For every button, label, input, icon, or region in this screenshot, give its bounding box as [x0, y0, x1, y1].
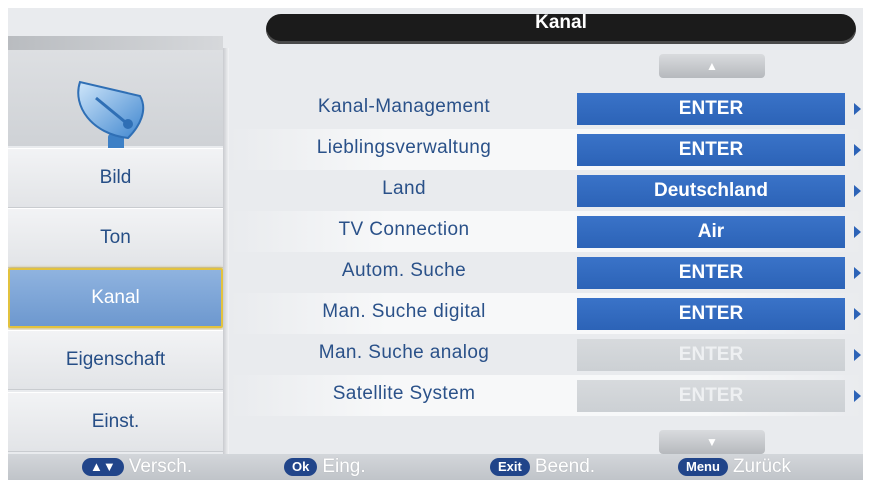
sidebar: Bild Ton Kanal Eigenschaft Einst.	[8, 8, 223, 454]
scroll-up-button[interactable]: ▲	[659, 54, 765, 78]
chevron-down-icon: ▼	[706, 435, 718, 449]
chevron-right-icon	[854, 267, 861, 279]
category-icon-area	[8, 36, 223, 163]
menu-row-value: ENTER	[577, 380, 845, 412]
menu-row-label: Man. Suche digital	[322, 301, 486, 322]
hint-text: Eing.	[322, 456, 366, 477]
menu-row-value[interactable]: ENTER	[577, 298, 845, 330]
menu-row-label: Man. Suche analog	[318, 342, 490, 363]
menu-row-label: Satellite System	[332, 383, 476, 404]
menu-row-value[interactable]: ENTER	[577, 134, 845, 166]
sidebar-item-einst[interactable]: Einst.	[8, 392, 223, 452]
page-title: Kanal	[535, 12, 587, 33]
menu-row-man-suche-analog[interactable]: Man. Suche analog ENTER	[229, 334, 863, 375]
chevron-right-icon	[854, 226, 861, 238]
hint-text: Versch.	[128, 456, 193, 477]
menu-row-autom-suche[interactable]: Autom. Suche ENTER	[229, 252, 863, 293]
hint-ok: Ok Eing.	[284, 456, 366, 477]
sidebar-item-kanal[interactable]: Kanal	[8, 268, 223, 328]
sidebar-item-ton[interactable]: Ton	[8, 208, 223, 268]
tv-menu-screen: Kanal Bild Ton Kanal Eigenschaft Einst. …	[8, 8, 863, 480]
menu-row-value[interactable]: Deutschland	[577, 175, 845, 207]
menu-panel: ▲ Kanal-Management ENTER Lieblingsverwal…	[229, 48, 863, 454]
hint-text: Beend.	[534, 456, 596, 477]
chevron-right-icon	[854, 349, 861, 361]
menu-row-value: ENTER	[577, 339, 845, 371]
menu-row-kanal-management[interactable]: Kanal-Management ENTER	[229, 88, 863, 129]
menu-row-label: Lieblingsverwaltung	[316, 137, 492, 158]
menu-row-satellite-system[interactable]: Satellite System ENTER	[229, 375, 863, 416]
chevron-up-icon: ▲	[706, 59, 718, 73]
hint-navigate: ▲▼ Versch.	[82, 456, 193, 477]
chevron-right-icon	[854, 144, 861, 156]
menu-row-land[interactable]: Land Deutschland	[229, 170, 863, 211]
chevron-right-icon	[854, 390, 861, 402]
hint-text: Zurück	[732, 456, 792, 477]
chevron-right-icon	[854, 103, 861, 115]
sidebar-item-label: Eigenschaft	[65, 349, 166, 370]
hint-menu: Menu Zurück	[678, 456, 792, 477]
menu-row-man-suche-digital[interactable]: Man. Suche digital ENTER	[229, 293, 863, 334]
sidebar-item-label: Einst.	[91, 411, 140, 432]
menu-row-label: Kanal-Management	[317, 96, 491, 117]
menu-row-value[interactable]: ENTER	[577, 93, 845, 125]
sidebar-item-label: Ton	[100, 227, 131, 248]
menu-row-lieblingsverwaltung[interactable]: Lieblingsverwaltung ENTER	[229, 129, 863, 170]
title-bar: Kanal	[266, 8, 856, 52]
updown-arrows-icon: ▲▼	[82, 458, 124, 476]
sidebar-item-eigenschaft[interactable]: Eigenschaft	[8, 330, 223, 390]
footer-hint-bar: ▲▼ Versch. Ok Eing. Exit Beend. Menu Zur…	[8, 454, 863, 480]
menu-key-icon: Menu	[678, 458, 728, 476]
chevron-right-icon	[854, 185, 861, 197]
sidebar-item-label: Kanal	[91, 287, 140, 308]
menu-row-value[interactable]: ENTER	[577, 257, 845, 289]
menu-row-value[interactable]: Air	[577, 216, 845, 248]
menu-row-label: TV Connection	[338, 219, 470, 240]
sidebar-item-label: Bild	[99, 167, 132, 188]
chevron-right-icon	[854, 308, 861, 320]
exit-key-icon: Exit	[490, 458, 530, 476]
scroll-down-button[interactable]: ▼	[659, 430, 765, 454]
menu-row-label: Autom. Suche	[341, 260, 467, 281]
menu-row-tv-connection[interactable]: TV Connection Air	[229, 211, 863, 252]
sidebar-item-bild[interactable]: Bild	[8, 148, 223, 208]
hint-exit: Exit Beend.	[490, 456, 596, 477]
ok-key-icon: Ok	[284, 458, 318, 476]
menu-row-label: Land	[382, 178, 426, 199]
